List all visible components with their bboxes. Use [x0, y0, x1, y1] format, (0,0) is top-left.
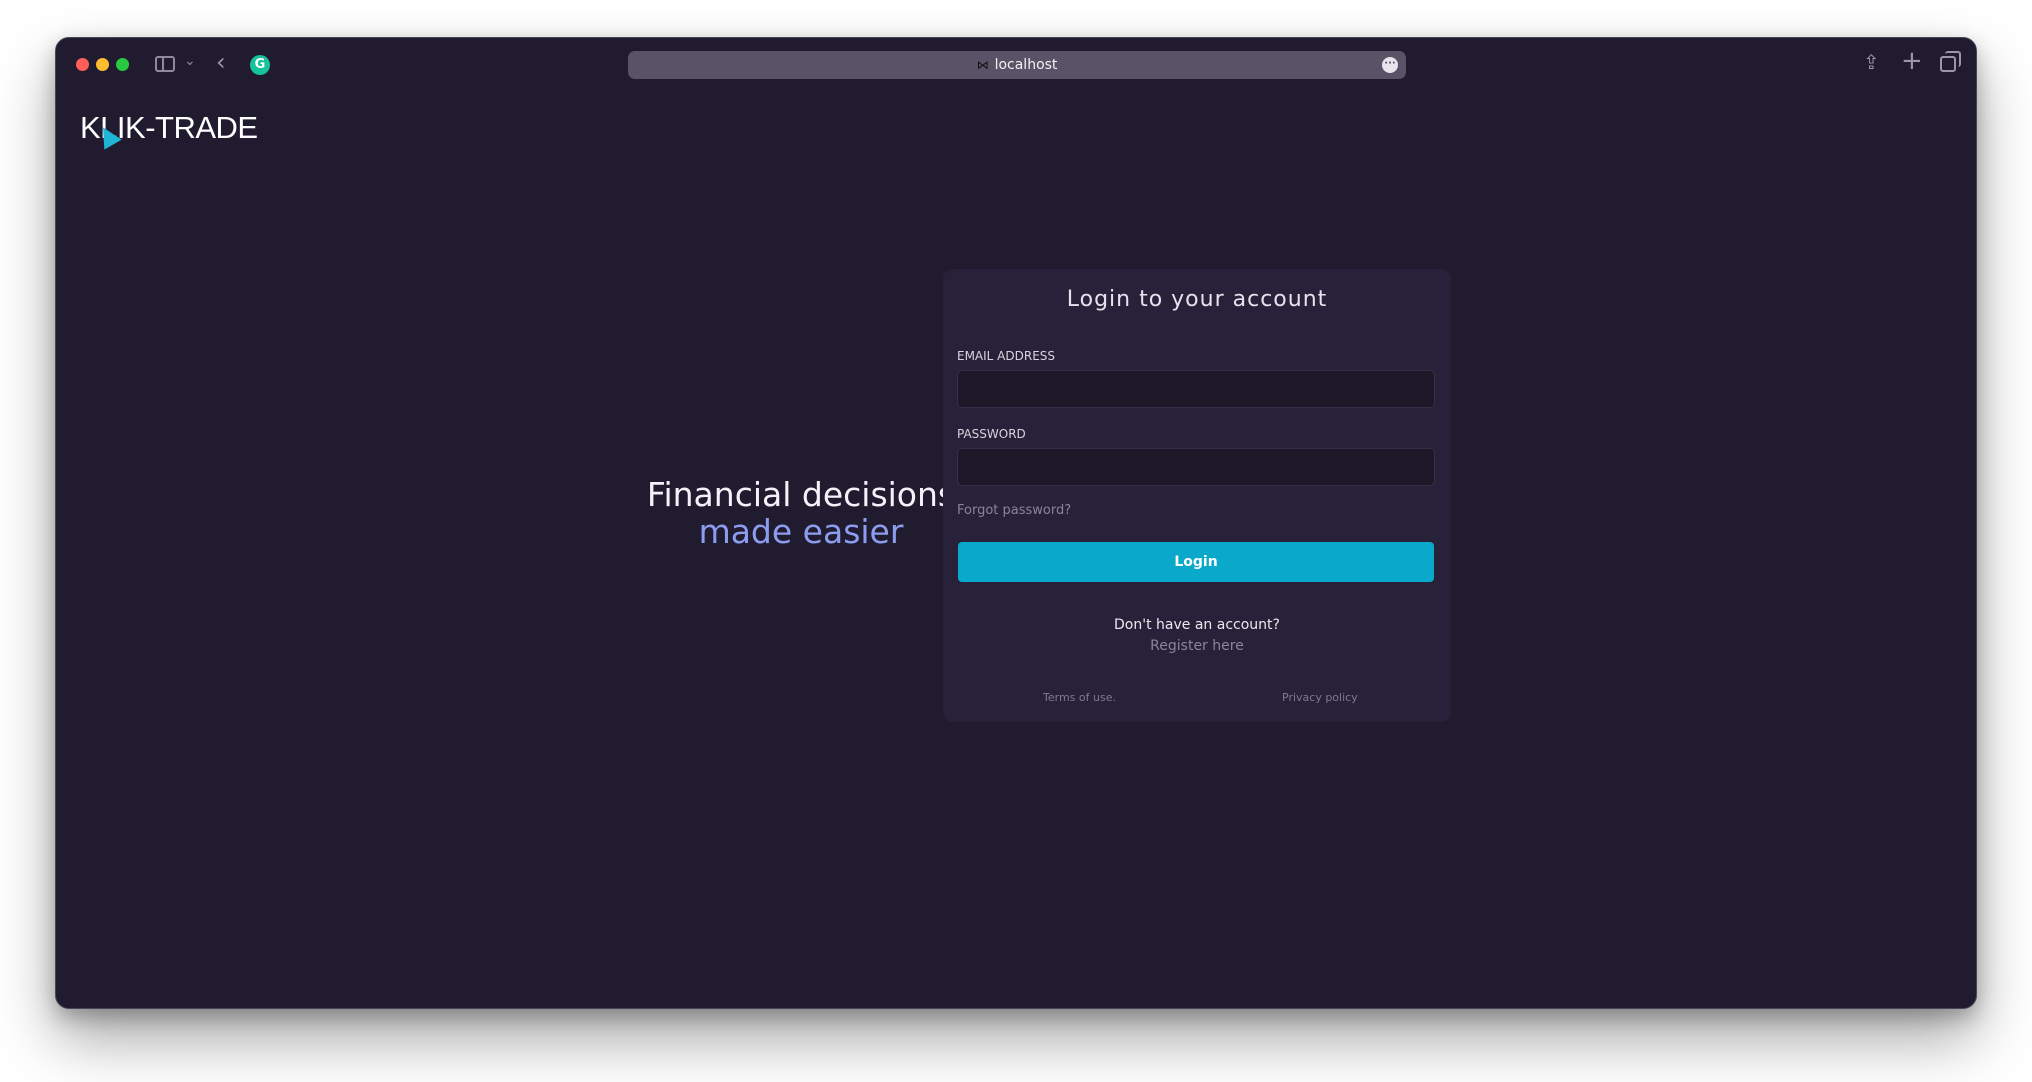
sidebar-toggle-icon[interactable] — [155, 56, 175, 72]
email-label: EMAIL ADDRESS — [957, 349, 1056, 363]
no-account-text: Don't have an account? — [1114, 617, 1280, 633]
terms-link[interactable]: Terms of use. — [1043, 691, 1116, 704]
chevron-down-icon[interactable]: ⌄ — [184, 53, 196, 69]
plus-icon[interactable]: + — [1901, 46, 1923, 76]
back-icon[interactable]: ‹ — [216, 48, 226, 76]
password-field[interactable] — [957, 448, 1435, 486]
password-label: PASSWORD — [957, 427, 1026, 441]
login-button[interactable]: Login — [958, 542, 1434, 582]
register-link[interactable]: Register here — [943, 638, 1451, 654]
bow-tie-icon: ⋈ — [976, 58, 989, 72]
more-icon[interactable]: ··· — [1382, 57, 1398, 73]
tabs-overview-icon[interactable] — [1940, 51, 1961, 72]
forgot-password-link[interactable]: Forgot password? — [957, 503, 1071, 518]
minimize-window-button[interactable] — [96, 58, 109, 71]
login-card: Login to your account EMAIL ADDRESS PASS… — [943, 269, 1451, 722]
address-bar[interactable]: ⋈ localhost ··· — [628, 51, 1406, 79]
close-window-button[interactable] — [76, 58, 89, 71]
grammarly-icon[interactable]: G — [250, 55, 270, 75]
url-display[interactable]: ⋈ localhost — [628, 51, 1406, 79]
url-text: localhost — [994, 57, 1058, 73]
login-title: Login to your account — [1066, 287, 1328, 312]
fullscreen-window-button[interactable] — [116, 58, 129, 71]
privacy-link[interactable]: Privacy policy — [1282, 691, 1358, 704]
browser-window: ⌄ ‹ G ⋈ localhost ··· ⇪ + KLIK-TRADE Fina… — [55, 37, 1977, 1009]
share-icon[interactable]: ⇪ — [1863, 50, 1880, 74]
browser-toolbar: ⌄ ‹ G ⋈ localhost ··· ⇪ + — [56, 38, 1976, 90]
email-field[interactable] — [957, 370, 1435, 408]
